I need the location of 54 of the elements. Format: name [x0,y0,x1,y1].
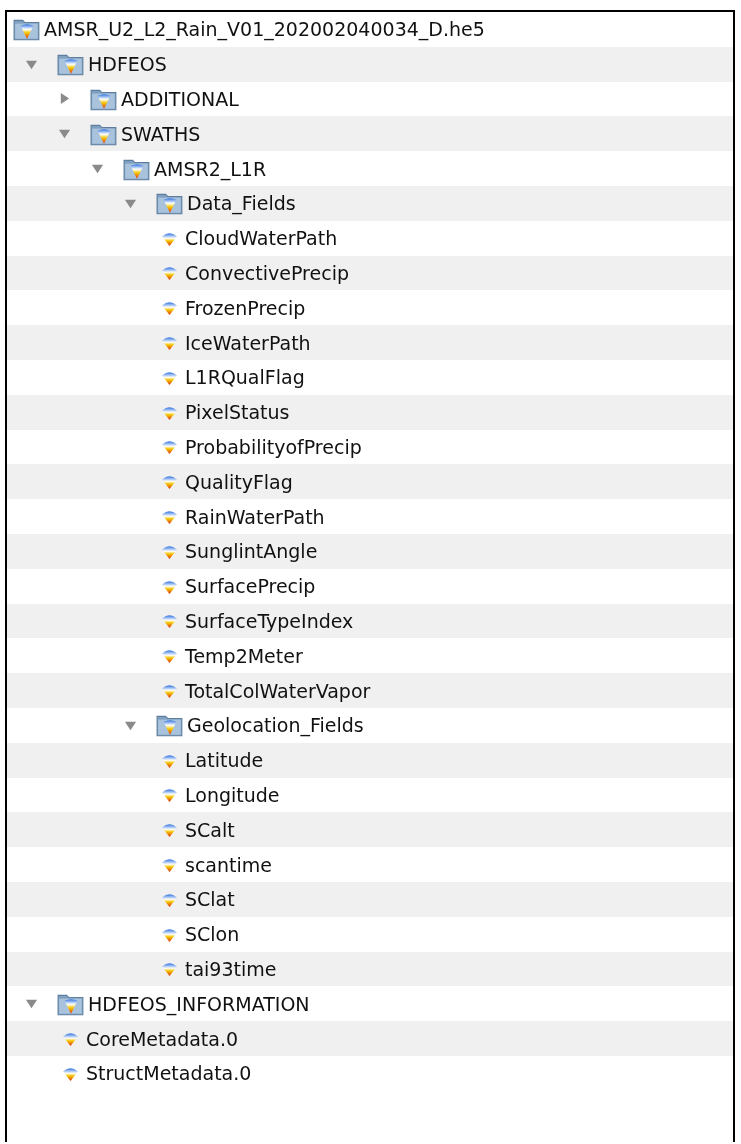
tree-item-label[interactable]: IceWaterPath [185,331,311,354]
dataset-icon [161,682,178,700]
tree-item-label[interactable]: AMSR_U2_L2_Rain_V01_202002040034_D.he5 [44,18,485,41]
dataset-icon [161,821,178,839]
tree-item-label[interactable]: Geolocation_Fields [187,714,364,737]
disclosure-triangle-icon[interactable] [25,997,38,1011]
tree-item-label[interactable]: QualityFlag [185,470,293,493]
tree-item-label[interactable]: ConvectivePrecip [185,261,349,284]
tree-item-label[interactable]: PixelStatus [185,401,290,424]
tree-item-label[interactable]: tai93time [185,957,277,980]
dataset-icon [161,438,178,456]
tree-item-label[interactable]: HDFEOS [88,53,167,76]
tree-item-label[interactable]: SCalt [185,818,235,841]
tree-item-label[interactable]: CoreMetadata.0 [86,1027,239,1050]
tree-item-label[interactable]: SunglintAngle [185,540,318,563]
disclosure-triangle-icon[interactable] [58,92,71,106]
dataset-icon [161,612,178,630]
tree-item-label[interactable]: RainWaterPath [185,505,325,528]
tree-item-label[interactable]: scantime [185,853,272,876]
dataset-icon [161,334,178,352]
tree-item-label[interactable]: SurfaceTypeIndex [185,609,354,632]
dataset-icon [161,786,178,804]
tree-item-label[interactable]: Longitude [185,783,280,806]
tree-item-label[interactable]: CloudWaterPath [185,227,338,250]
tree-item-label[interactable]: StructMetadata.0 [86,1062,252,1085]
dataset-icon [161,960,178,978]
tree-item-label[interactable]: TotalColWaterVapor [185,679,371,702]
folder-icon [57,52,85,77]
tree-item-label[interactable]: HDFEOS_INFORMATION [88,992,310,1015]
dataset-icon [161,299,178,317]
tree-item-label[interactable]: SWATHS [121,122,201,145]
tree-item-label[interactable]: L1RQualFlag [185,366,305,389]
dataset-icon [161,264,178,282]
dataset-icon [161,508,178,526]
tree-item-label[interactable]: Data_Fields [187,192,296,215]
folder-icon [156,191,184,216]
tree-item-label[interactable]: SClon [185,923,240,946]
tree-item-label[interactable]: ADDITIONAL [121,88,239,110]
tree-item-label[interactable]: ProbabilityofPrecip [185,435,362,458]
dataset-icon [62,1030,79,1047]
tree-item-label[interactable]: AMSR2_L1R [154,157,267,180]
tree-item-label[interactable]: SurfacePrecip [185,575,316,598]
dataset-icon [161,473,178,491]
tree-item-label[interactable]: SClat [185,888,235,911]
tree-item-label[interactable]: Latitude [185,749,264,772]
disclosure-triangle-icon[interactable] [58,127,71,141]
folder-icon [156,713,184,738]
tree-item-label[interactable]: FrozenPrecip [185,296,306,319]
disclosure-triangle-icon[interactable] [91,162,104,176]
dataset-icon [161,856,178,873]
folder-icon [13,17,41,42]
tree-item-label[interactable]: Temp2Meter [185,644,303,667]
folder-icon [90,87,118,111]
dataset-icon [161,647,178,665]
